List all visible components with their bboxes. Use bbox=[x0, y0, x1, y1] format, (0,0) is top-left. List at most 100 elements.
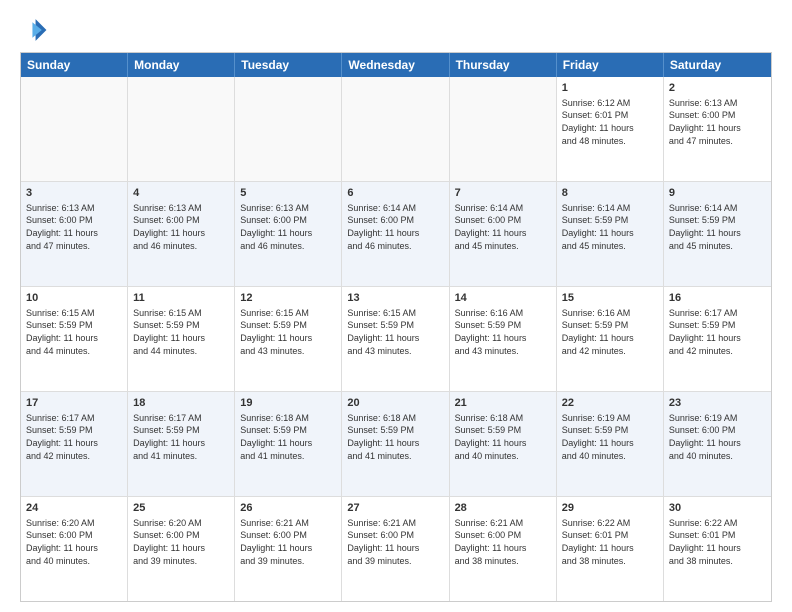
day-cell-10: 10Sunrise: 6:15 AM Sunset: 5:59 PM Dayli… bbox=[21, 287, 128, 391]
day-info: Sunrise: 6:18 AM Sunset: 5:59 PM Dayligh… bbox=[347, 412, 443, 462]
day-info: Sunrise: 6:18 AM Sunset: 5:59 PM Dayligh… bbox=[240, 412, 336, 462]
day-cell-21: 21Sunrise: 6:18 AM Sunset: 5:59 PM Dayli… bbox=[450, 392, 557, 496]
day-cell-4: 4Sunrise: 6:13 AM Sunset: 6:00 PM Daylig… bbox=[128, 182, 235, 286]
calendar-row-3: 10 Sunrise: 6:15 AM Sunset: 5:59 PM Dayli… bbox=[21, 287, 771, 392]
day-cell-11: 11Sunrise: 6:15 AM Sunset: 5:59 PM Dayli… bbox=[128, 287, 235, 391]
day-info: Sunrise: 6:16 AM Sunset: 5:59 PM Dayligh… bbox=[562, 307, 658, 357]
day-cell-27: 27Sunrise: 6:21 AM Sunset: 6:00 PM Dayli… bbox=[342, 497, 449, 601]
calendar: SundayMondayTuesdayWednesdayThursdayFrid… bbox=[20, 52, 772, 602]
day-cell-26: 26Sunrise: 6:21 AM Sunset: 6:00 PM Dayli… bbox=[235, 497, 342, 601]
day-cell-16: 16Sunrise: 6:17 AM Sunset: 5:59 PM Dayli… bbox=[664, 287, 771, 391]
day-info: Sunrise: 6:12 AM Sunset: 6:01 PM Dayligh… bbox=[562, 97, 658, 147]
day-cell-8: 8Sunrise: 6:14 AM Sunset: 5:59 PM Daylig… bbox=[557, 182, 664, 286]
day-info: Sunrise: 6:15 AM Sunset: 5:59 PM Dayligh… bbox=[133, 307, 229, 357]
logo bbox=[20, 16, 52, 44]
day-number: 3 bbox=[26, 186, 122, 201]
day-number: 28 bbox=[455, 501, 551, 516]
header-day-saturday: Saturday bbox=[664, 53, 771, 77]
day-number: 20 bbox=[347, 396, 443, 411]
calendar-body: 1Sunrise: 6:12 AM Sunset: 6:01 PM Daylig… bbox=[21, 77, 771, 601]
day-cell-14: 14Sunrise: 6:16 AM Sunset: 5:59 PM Dayli… bbox=[450, 287, 557, 391]
logo-icon bbox=[20, 16, 48, 44]
page: SundayMondayTuesdayWednesdayThursdayFrid… bbox=[0, 0, 792, 612]
calendar-row-1: 1Sunrise: 6:12 AM Sunset: 6:01 PM Daylig… bbox=[21, 77, 771, 182]
day-info: Sunrise: 6:15 AM Sunset: 5:59 PM Dayligh… bbox=[347, 307, 443, 357]
day-info: Sunrise: 6:22 AM Sunset: 6:01 PM Dayligh… bbox=[669, 517, 766, 567]
day-info: Sunrise: 6:19 AM Sunset: 5:59 PM Dayligh… bbox=[562, 412, 658, 462]
day-number: 1 bbox=[562, 81, 658, 96]
day-cell-23: 23Sunrise: 6:19 AM Sunset: 6:00 PM Dayli… bbox=[664, 392, 771, 496]
day-cell-5: 5Sunrise: 6:13 AM Sunset: 6:00 PM Daylig… bbox=[235, 182, 342, 286]
header-day-thursday: Thursday bbox=[450, 53, 557, 77]
day-number: 4 bbox=[133, 186, 229, 201]
day-number: 22 bbox=[562, 396, 658, 411]
day-number: 8 bbox=[562, 186, 658, 201]
day-cell-6: 6Sunrise: 6:14 AM Sunset: 6:00 PM Daylig… bbox=[342, 182, 449, 286]
day-info: Sunrise: 6:13 AM Sunset: 6:00 PM Dayligh… bbox=[26, 202, 122, 252]
empty-cell bbox=[235, 77, 342, 181]
calendar-row-5: 24Sunrise: 6:20 AM Sunset: 6:00 PM Dayli… bbox=[21, 497, 771, 601]
empty-cell bbox=[342, 77, 449, 181]
header-day-wednesday: Wednesday bbox=[342, 53, 449, 77]
day-cell-24: 24Sunrise: 6:20 AM Sunset: 6:00 PM Dayli… bbox=[21, 497, 128, 601]
header-day-tuesday: Tuesday bbox=[235, 53, 342, 77]
day-cell-3: 3Sunrise: 6:13 AM Sunset: 6:00 PM Daylig… bbox=[21, 182, 128, 286]
day-info: Sunrise: 6:14 AM Sunset: 6:00 PM Dayligh… bbox=[455, 202, 551, 252]
day-cell-20: 20Sunrise: 6:18 AM Sunset: 5:59 PM Dayli… bbox=[342, 392, 449, 496]
header-day-monday: Monday bbox=[128, 53, 235, 77]
empty-cell bbox=[21, 77, 128, 181]
day-number: 19 bbox=[240, 396, 336, 411]
empty-cell bbox=[450, 77, 557, 181]
day-info: Sunrise: 6:21 AM Sunset: 6:00 PM Dayligh… bbox=[240, 517, 336, 567]
day-number: 7 bbox=[455, 186, 551, 201]
day-number: 18 bbox=[133, 396, 229, 411]
day-number: 15 bbox=[562, 291, 658, 306]
day-cell-29: 29Sunrise: 6:22 AM Sunset: 6:01 PM Dayli… bbox=[557, 497, 664, 601]
day-info: Sunrise: 6:21 AM Sunset: 6:00 PM Dayligh… bbox=[455, 517, 551, 567]
day-cell-13: 13Sunrise: 6:15 AM Sunset: 5:59 PM Dayli… bbox=[342, 287, 449, 391]
day-cell-19: 19Sunrise: 6:18 AM Sunset: 5:59 PM Dayli… bbox=[235, 392, 342, 496]
day-info: Sunrise: 6:21 AM Sunset: 6:00 PM Dayligh… bbox=[347, 517, 443, 567]
day-info: Sunrise: 6:15 AM Sunset: 5:59 PM Dayligh… bbox=[240, 307, 336, 357]
header-day-friday: Friday bbox=[557, 53, 664, 77]
day-info: Sunrise: 6:17 AM Sunset: 5:59 PM Dayligh… bbox=[133, 412, 229, 462]
day-cell-28: 28Sunrise: 6:21 AM Sunset: 6:00 PM Dayli… bbox=[450, 497, 557, 601]
calendar-header: SundayMondayTuesdayWednesdayThursdayFrid… bbox=[21, 53, 771, 77]
day-info: Sunrise: 6:17 AM Sunset: 5:59 PM Dayligh… bbox=[669, 307, 766, 357]
day-cell-7: 7Sunrise: 6:14 AM Sunset: 6:00 PM Daylig… bbox=[450, 182, 557, 286]
day-info: Sunrise: 6:14 AM Sunset: 5:59 PM Dayligh… bbox=[562, 202, 658, 252]
day-number: 11 bbox=[133, 291, 229, 306]
day-info: Sunrise: 6:13 AM Sunset: 6:00 PM Dayligh… bbox=[240, 202, 336, 252]
day-number: 5 bbox=[240, 186, 336, 201]
day-cell-15: 15Sunrise: 6:16 AM Sunset: 5:59 PM Dayli… bbox=[557, 287, 664, 391]
day-number: 12 bbox=[240, 291, 336, 306]
day-cell-25: 25Sunrise: 6:20 AM Sunset: 6:00 PM Dayli… bbox=[128, 497, 235, 601]
day-info: Sunrise: 6:17 AM Sunset: 5:59 PM Dayligh… bbox=[26, 412, 122, 462]
day-info: Sunrise: 6:14 AM Sunset: 6:00 PM Dayligh… bbox=[347, 202, 443, 252]
day-info: Sunrise: 6:16 AM Sunset: 5:59 PM Dayligh… bbox=[455, 307, 551, 357]
day-info: Sunrise: 6:20 AM Sunset: 6:00 PM Dayligh… bbox=[133, 517, 229, 567]
header-day-sunday: Sunday bbox=[21, 53, 128, 77]
day-number: 10 bbox=[26, 291, 122, 306]
day-cell-17: 17Sunrise: 6:17 AM Sunset: 5:59 PM Dayli… bbox=[21, 392, 128, 496]
header bbox=[20, 16, 772, 44]
empty-cell bbox=[128, 77, 235, 181]
day-info: Sunrise: 6:14 AM Sunset: 5:59 PM Dayligh… bbox=[669, 202, 766, 252]
day-cell-1: 1Sunrise: 6:12 AM Sunset: 6:01 PM Daylig… bbox=[557, 77, 664, 181]
day-info: Sunrise: 6:20 AM Sunset: 6:00 PM Dayligh… bbox=[26, 517, 122, 567]
day-number: 25 bbox=[133, 501, 229, 516]
calendar-row-4: 17Sunrise: 6:17 AM Sunset: 5:59 PM Dayli… bbox=[21, 392, 771, 497]
day-number: 16 bbox=[669, 291, 766, 306]
day-number: 30 bbox=[669, 501, 766, 516]
day-number: 24 bbox=[26, 501, 122, 516]
day-info: Sunrise: 6:19 AM Sunset: 6:00 PM Dayligh… bbox=[669, 412, 766, 462]
day-number: 21 bbox=[455, 396, 551, 411]
day-number: 27 bbox=[347, 501, 443, 516]
day-number: 26 bbox=[240, 501, 336, 516]
day-cell-9: 9Sunrise: 6:14 AM Sunset: 5:59 PM Daylig… bbox=[664, 182, 771, 286]
day-number: 13 bbox=[347, 291, 443, 306]
day-cell-12: 12Sunrise: 6:15 AM Sunset: 5:59 PM Dayli… bbox=[235, 287, 342, 391]
day-cell-18: 18Sunrise: 6:17 AM Sunset: 5:59 PM Dayli… bbox=[128, 392, 235, 496]
calendar-row-2: 3Sunrise: 6:13 AM Sunset: 6:00 PM Daylig… bbox=[21, 182, 771, 287]
day-cell-2: 2Sunrise: 6:13 AM Sunset: 6:00 PM Daylig… bbox=[664, 77, 771, 181]
